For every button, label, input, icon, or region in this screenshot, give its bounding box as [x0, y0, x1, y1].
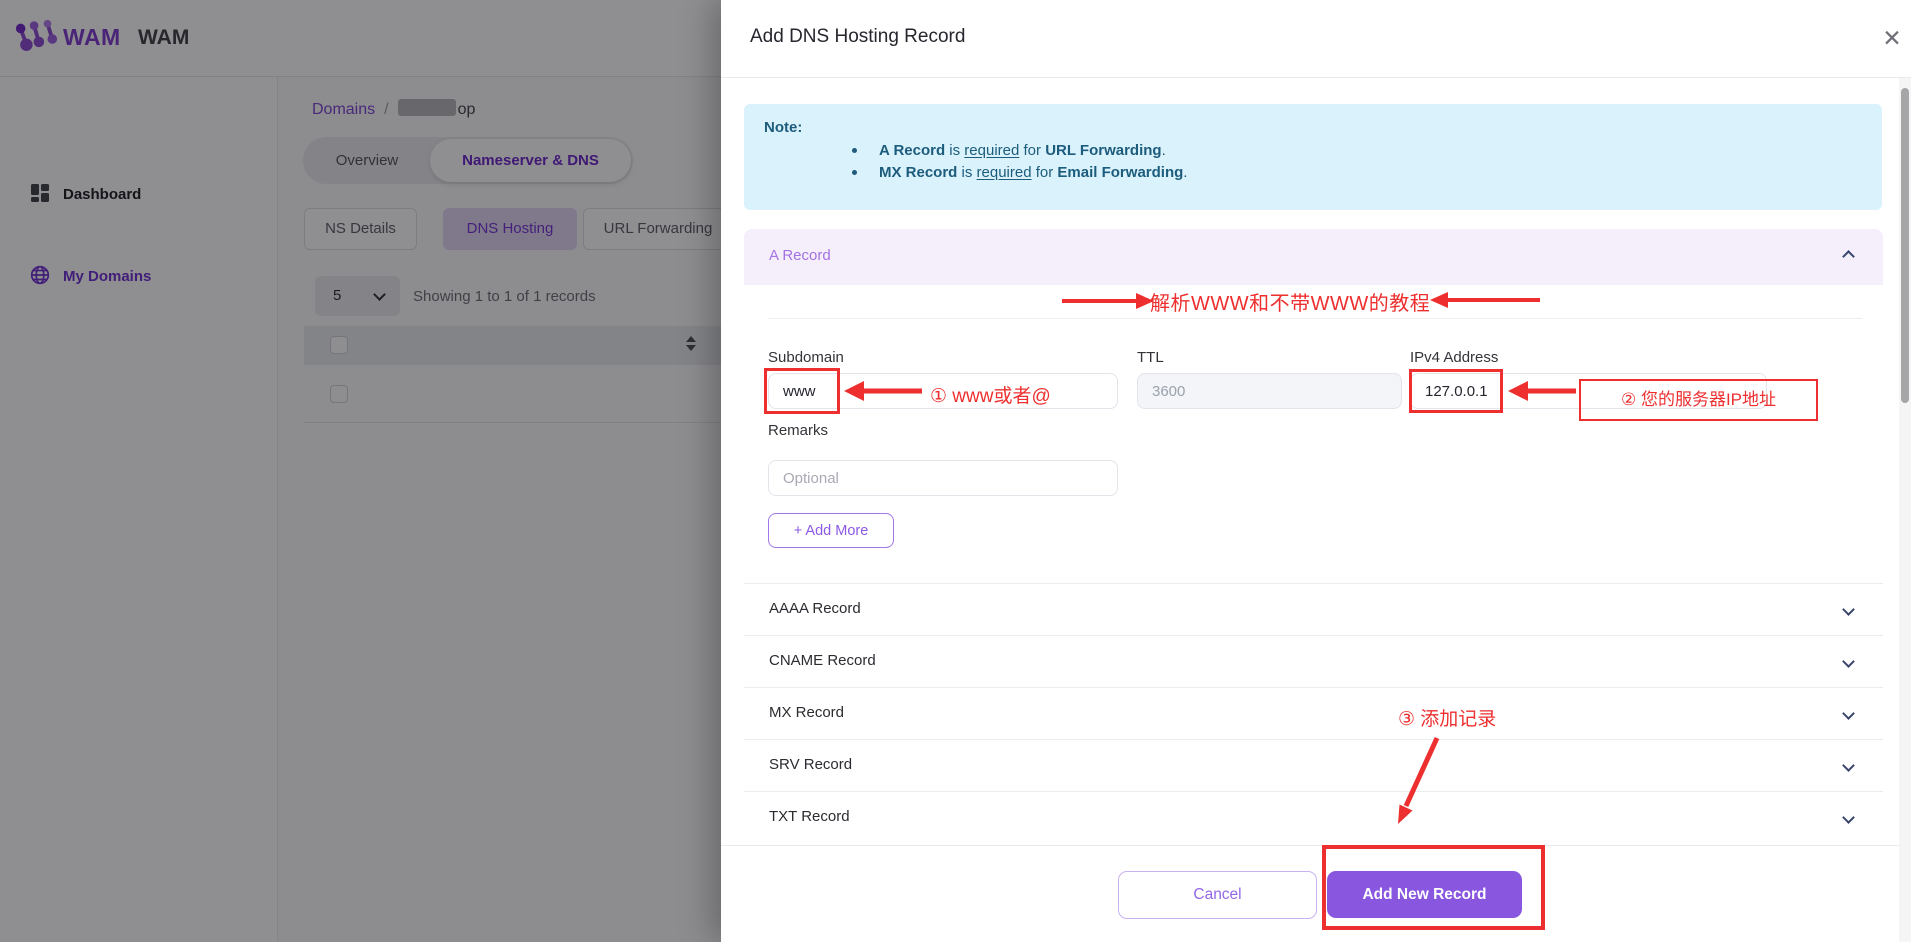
modal-backdrop[interactable]: [0, 0, 721, 942]
bullet-icon: [852, 148, 857, 153]
chevron-down-icon: [1842, 811, 1855, 824]
divider: [721, 77, 1911, 78]
drawer-title: Add DNS Hosting Record: [750, 26, 965, 48]
accordion-header-txt-record[interactable]: TXT Record: [744, 791, 1883, 845]
accordion-label: SRV Record: [769, 756, 852, 773]
remarks-label: Remarks: [768, 422, 828, 439]
chevron-down-icon: [1842, 707, 1855, 720]
accordion-label: AAAA Record: [769, 600, 861, 617]
accordion-header-cname-record[interactable]: CNAME Record: [744, 635, 1883, 687]
scrollbar-track[interactable]: [1899, 78, 1911, 942]
chevron-up-icon: [1842, 250, 1855, 263]
add-more-button[interactable]: + Add More: [768, 513, 894, 548]
accordion-header-mx-record[interactable]: MX Record: [744, 687, 1883, 739]
bullet-icon: [852, 170, 857, 175]
add-new-record-button[interactable]: Add New Record: [1327, 871, 1522, 918]
remarks-input[interactable]: [768, 460, 1118, 496]
subdomain-input[interactable]: [768, 373, 1118, 409]
divider: [768, 318, 1862, 319]
accordion-header-a-record[interactable]: A Record: [744, 229, 1883, 285]
ipv4-label: IPv4 Address: [1410, 349, 1498, 366]
note-item-text: A Record is required for URL Forwarding.: [879, 142, 1166, 159]
subdomain-label: Subdomain: [768, 349, 844, 366]
close-icon[interactable]: ✕: [1876, 22, 1908, 54]
ttl-input[interactable]: [1137, 373, 1402, 409]
ttl-label: TTL: [1137, 349, 1164, 366]
app-window: WAM WAM Dashboard: [0, 0, 1911, 942]
note-heading: Note:: [764, 119, 1862, 136]
ipv4-input[interactable]: [1410, 373, 1767, 409]
accordion-label: CNAME Record: [769, 652, 876, 669]
accordion-label: TXT Record: [769, 808, 850, 825]
accordion-header-aaaa-record[interactable]: AAAA Record: [744, 583, 1883, 635]
accordion-label: MX Record: [769, 704, 844, 721]
note-item: A Record is required for URL Forwarding.: [852, 142, 1862, 159]
accordion-header-srv-record[interactable]: SRV Record: [744, 739, 1883, 791]
cancel-button[interactable]: Cancel: [1118, 871, 1317, 919]
scrollbar-thumb[interactable]: [1901, 88, 1909, 403]
chevron-down-icon: [1842, 655, 1855, 668]
accordion-label: A Record: [769, 247, 831, 264]
drawer-footer: Cancel Add New Record: [721, 845, 1911, 942]
add-dns-record-drawer: Add DNS Hosting Record ✕ Note: A Record …: [721, 0, 1911, 942]
note-box: Note: A Record is required for URL Forwa…: [744, 104, 1882, 210]
chevron-down-icon: [1842, 759, 1855, 772]
note-item: MX Record is required for Email Forwardi…: [852, 164, 1862, 181]
chevron-down-icon: [1842, 603, 1855, 616]
note-item-text: MX Record is required for Email Forwardi…: [879, 164, 1187, 181]
